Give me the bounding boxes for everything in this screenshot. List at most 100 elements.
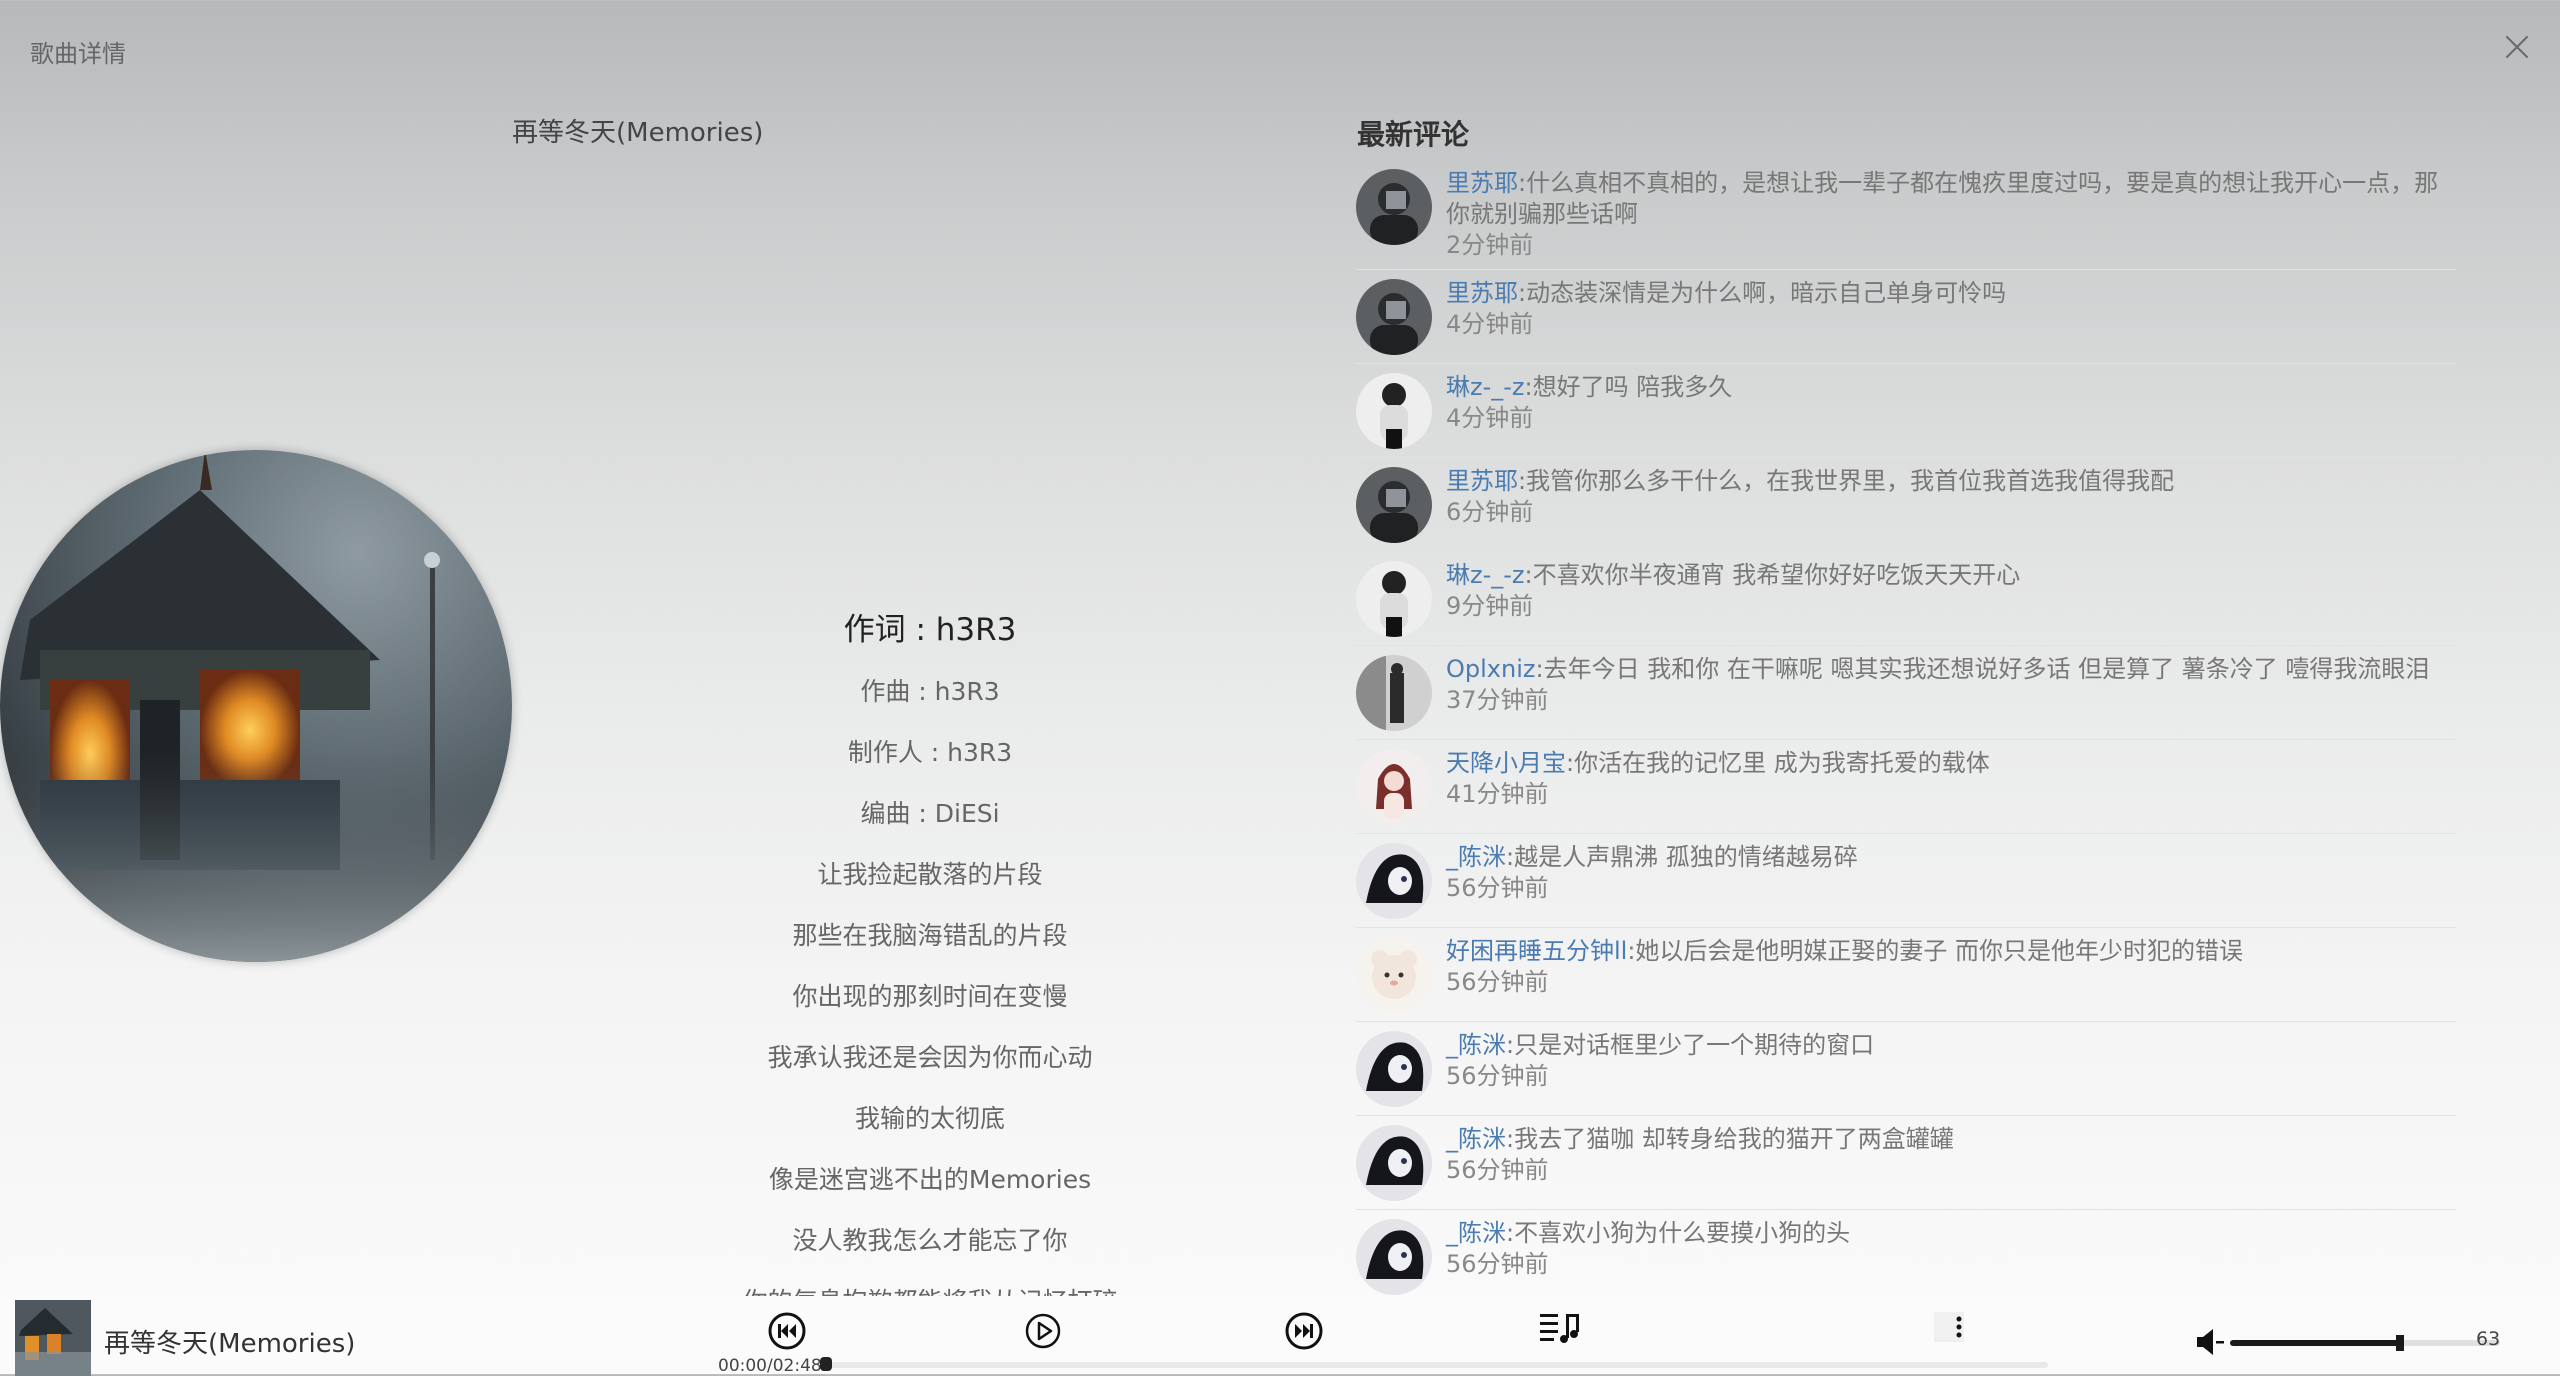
- comment-content: 琳z-_-z:不喜欢你半夜通宵 我希望你好好吃饭天天开心: [1446, 560, 2456, 591]
- next-icon: [1285, 1312, 1323, 1350]
- lyric-line: 作曲 : h3R3: [860, 677, 1000, 706]
- lyric-line: 我承认我还是会因为你而心动: [767, 1043, 1093, 1072]
- comment-username-link[interactable]: 里苏耶: [1446, 279, 1518, 307]
- comment-avatar[interactable]: [1356, 169, 1432, 245]
- comment-content: _陈洣:只是对话框里少了一个期待的窗口: [1446, 1030, 2456, 1061]
- comment-avatar[interactable]: [1356, 279, 1432, 355]
- comment-avatar[interactable]: [1356, 373, 1432, 449]
- lyric-line-current: 作词 : h3R3: [843, 612, 1017, 648]
- volume-value: 63: [2476, 1328, 2501, 1350]
- comment-time: 56分钟前: [1446, 1062, 1549, 1090]
- comment-username-link[interactable]: Oplxniz: [1446, 655, 1535, 683]
- comment-avatar[interactable]: [1356, 1125, 1432, 1201]
- album-cover-disc: [0, 450, 512, 962]
- comment-time: 56分钟前: [1446, 874, 1549, 902]
- comment-item: 好困再睡五分钟ll:她以后会是他明媒正娶的妻子 而你只是他年少时犯的错误 56分钟…: [1356, 928, 2456, 1022]
- comment-username-link[interactable]: 琳z-_-z: [1446, 373, 1525, 401]
- more-button[interactable]: [1934, 1312, 1964, 1346]
- comment-content: 里苏耶:动态装深情是为什么啊，暗示自己单身可怜吗: [1446, 278, 2456, 309]
- comment-list[interactable]: 里苏耶:什么真相不真相的，是想让我一辈子都在愧疚里度过吗，要是真的想让我开心一点…: [1356, 160, 2456, 1298]
- prev-button[interactable]: [767, 1311, 807, 1355]
- album-artwork: [0, 450, 512, 962]
- comment-avatar[interactable]: [1356, 749, 1432, 825]
- comment-item: 里苏耶:动态装深情是为什么啊，暗示自己单身可怜吗 4分钟前: [1356, 270, 2456, 364]
- comment-item: 琳z-_-z:想好了吗 陪我多久 4分钟前: [1356, 364, 2456, 458]
- comment-time: 9分钟前: [1446, 592, 1534, 620]
- next-button[interactable]: [1284, 1311, 1324, 1355]
- lyric-line: 像是迷宫逃不出的Memories: [768, 1165, 1092, 1194]
- comment-text: :你活在我的记忆里 成为我寄托爱的载体: [1566, 749, 1990, 777]
- comment-username-link[interactable]: _陈洣: [1446, 1219, 1506, 1247]
- comment-text: :我去了猫咖 却转身给我的猫开了两盒罐罐: [1506, 1125, 1954, 1153]
- player-song-title: 再等冬天(Memories): [104, 1329, 356, 1359]
- comment-item: 琳z-_-z:不喜欢你半夜通宵 我希望你好好吃饭天天开心 9分钟前: [1356, 552, 2456, 646]
- comment-avatar[interactable]: [1356, 655, 1432, 731]
- mute-button[interactable]: [2194, 1326, 2226, 1362]
- comment-content: Oplxniz:去年今日 我和你 在干嘛呢 嗯其实我还想说好多话 但是算了 薯条…: [1446, 654, 2456, 685]
- volume-slider[interactable]: [2230, 1335, 2500, 1351]
- comment-body: _陈洣:我去了猫咖 却转身给我的猫开了两盒罐罐 56分钟前: [1446, 1121, 2456, 1186]
- comment-text: :想好了吗 陪我多久: [1524, 373, 1733, 401]
- comment-content: 里苏耶:什么真相不真相的，是想让我一辈子都在愧疚里度过吗，要是真的想让我开心一点…: [1446, 168, 2456, 230]
- comment-username-link[interactable]: _陈洣: [1446, 843, 1506, 871]
- playlist-button[interactable]: [1538, 1310, 1582, 1350]
- playlist-icon: [1540, 1314, 1579, 1343]
- comment-avatar[interactable]: [1356, 1219, 1432, 1295]
- volume-fill: [2230, 1340, 2401, 1346]
- song-title: 再等冬天(Memories): [512, 118, 764, 148]
- comment-time: 56分钟前: [1446, 1156, 1549, 1184]
- comment-avatar[interactable]: [1356, 843, 1432, 919]
- comment-username-link[interactable]: 里苏耶: [1446, 169, 1518, 197]
- comment-time: 41分钟前: [1446, 780, 1549, 808]
- comment-text: :不喜欢你半夜通宵 我希望你好好吃饭天天开心: [1524, 561, 2021, 589]
- comment-item: _陈洣:越是人声鼎沸 孤独的情绪越易碎 56分钟前: [1356, 834, 2456, 928]
- comment-body: _陈洣:只是对话框里少了一个期待的窗口 56分钟前: [1446, 1027, 2456, 1092]
- comment-text: :只是对话框里少了一个期待的窗口: [1506, 1031, 1875, 1059]
- progress-handle[interactable]: [820, 1357, 832, 1371]
- lyrics-panel[interactable]: 作词 : h3R3 作曲 : h3R3 制作人 : h3R3 编曲 : DiES…: [620, 600, 1240, 1296]
- comment-content: _陈洣:越是人声鼎沸 孤独的情绪越易碎: [1446, 842, 2456, 873]
- comment-item: 里苏耶:什么真相不真相的，是想让我一辈子都在愧疚里度过吗，要是真的想让我开心一点…: [1356, 160, 2456, 270]
- play-icon: [1025, 1313, 1061, 1349]
- comment-username-link[interactable]: 天降小月宝: [1446, 749, 1566, 777]
- comment-body: 里苏耶:动态装深情是为什么啊，暗示自己单身可怜吗 4分钟前: [1446, 275, 2456, 340]
- comment-avatar[interactable]: [1356, 1031, 1432, 1107]
- comment-body: 好困再睡五分钟ll:她以后会是他明媒正娶的妻子 而你只是他年少时犯的错误 56分钟…: [1446, 933, 2456, 998]
- comment-username-link[interactable]: 好困再睡五分钟ll: [1446, 937, 1627, 965]
- volume-handle[interactable]: [2396, 1335, 2405, 1351]
- comment-content: 天降小月宝:你活在我的记忆里 成为我寄托爱的载体: [1446, 748, 2456, 779]
- comment-username-link[interactable]: _陈洣: [1446, 1125, 1506, 1153]
- comment-body: _陈洣:越是人声鼎沸 孤独的情绪越易碎 56分钟前: [1446, 839, 2456, 904]
- comment-text: :什么真相不真相的，是想让我一辈子都在愧疚里度过吗，要是真的想让我开心一点，那你…: [1446, 169, 2439, 228]
- comment-text: :动态装深情是为什么啊，暗示自己单身可怜吗: [1518, 279, 2007, 307]
- lyric-line: 你出现的那刻时间在变慢: [792, 982, 1068, 1011]
- comment-avatar[interactable]: [1356, 467, 1432, 543]
- comment-body: 天降小月宝:你活在我的记忆里 成为我寄托爱的载体 41分钟前: [1446, 745, 2456, 810]
- comment-username-link[interactable]: 里苏耶: [1446, 467, 1518, 495]
- comment-username-link[interactable]: 琳z-_-z: [1446, 561, 1525, 589]
- time-display: 00:00/02:48: [718, 1356, 822, 1376]
- comment-time: 6分钟前: [1446, 498, 1534, 526]
- comment-item: _陈洣:不喜欢小狗为什么要摸小狗的头 56分钟前: [1356, 1210, 2456, 1298]
- close-button[interactable]: [2494, 28, 2540, 74]
- comment-text: :她以后会是他明媒正娶的妻子 而你只是他年少时犯的错误: [1627, 937, 2244, 965]
- comment-avatar[interactable]: [1356, 561, 1432, 637]
- comment-time: 4分钟前: [1446, 310, 1534, 338]
- comment-content: _陈洣:我去了猫咖 却转身给我的猫开了两盒罐罐: [1446, 1124, 2456, 1155]
- mini-album-cover[interactable]: [15, 1300, 91, 1376]
- comment-text: :我管你那么多干什么，在我世界里，我首位我首选我值得我配: [1518, 467, 2175, 495]
- more-icon: [1934, 1312, 1964, 1342]
- comment-username-link[interactable]: _陈洣: [1446, 1031, 1506, 1059]
- prev-icon: [768, 1312, 806, 1350]
- comment-avatar[interactable]: [1356, 937, 1432, 1013]
- comment-content: 琳z-_-z:想好了吗 陪我多久: [1446, 372, 2456, 403]
- comment-content: 好困再睡五分钟ll:她以后会是他明媒正娶的妻子 而你只是他年少时犯的错误: [1446, 936, 2456, 967]
- comment-text: :不喜欢小狗为什么要摸小狗的头: [1506, 1219, 1851, 1247]
- comment-body: Oplxniz:去年今日 我和你 在干嘛呢 嗯其实我还想说好多话 但是算了 薯条…: [1446, 651, 2456, 716]
- comment-item: 天降小月宝:你活在我的记忆里 成为我寄托爱的载体 41分钟前: [1356, 740, 2456, 834]
- comment-time: 56分钟前: [1446, 1250, 1549, 1278]
- progress-bar[interactable]: [820, 1357, 2048, 1371]
- comment-item: Oplxniz:去年今日 我和你 在干嘛呢 嗯其实我还想说好多话 但是算了 薯条…: [1356, 646, 2456, 740]
- play-button[interactable]: [1023, 1311, 1063, 1355]
- comment-item: 里苏耶:我管你那么多干什么，在我世界里，我首位我首选我值得我配 6分钟前: [1356, 458, 2456, 552]
